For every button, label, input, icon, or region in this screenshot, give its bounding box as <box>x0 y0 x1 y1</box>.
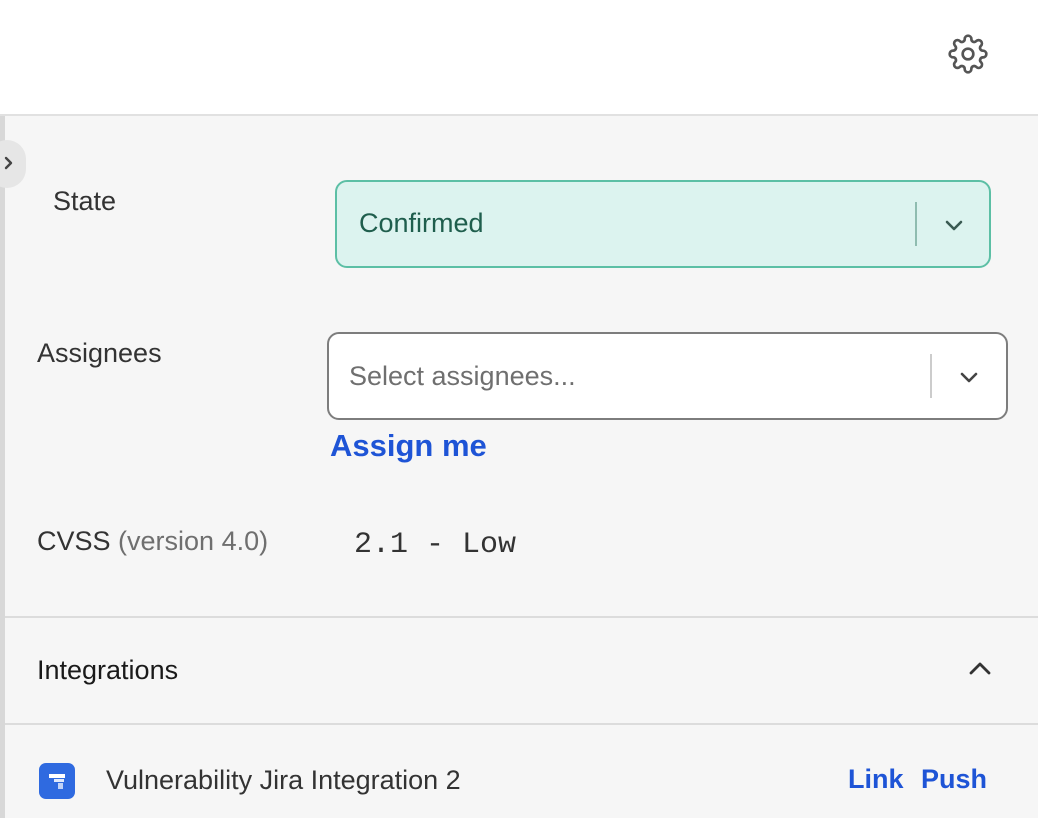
gear-icon[interactable] <box>948 34 988 74</box>
section-divider <box>5 616 1038 618</box>
assign-me-link[interactable]: Assign me <box>330 428 487 464</box>
chevron-right-icon <box>4 156 13 170</box>
cvss-version: (version 4.0) <box>118 526 269 556</box>
assignees-placeholder: Select assignees... <box>349 361 576 391</box>
cvss-label: CVSS <box>37 526 111 556</box>
cvss-label-group: CVSS (version 4.0) <box>37 526 268 557</box>
select-divider <box>915 202 917 246</box>
integration-push-button[interactable]: Push <box>921 764 987 795</box>
integrations-title: Integrations <box>37 655 179 685</box>
chevron-up-icon <box>969 662 991 675</box>
state-select[interactable]: Confirmed <box>335 180 991 268</box>
assignees-select[interactable]: Select assignees... <box>327 332 1008 420</box>
select-divider <box>930 354 932 398</box>
top-bar <box>0 0 1038 116</box>
jira-icon <box>39 763 75 799</box>
integration-link-button[interactable]: Link <box>848 764 904 795</box>
collapse-integrations-button[interactable] <box>966 656 994 680</box>
assignees-label: Assignees <box>37 338 162 368</box>
integration-name: Vulnerability Jira Integration 2 <box>106 765 461 795</box>
section-divider <box>5 723 1038 725</box>
state-label: State <box>53 186 117 216</box>
chevron-down-icon[interactable] <box>941 212 967 238</box>
state-value: Confirmed <box>359 208 484 238</box>
cvss-score: 2.1 - Low <box>354 528 517 562</box>
chevron-down-icon[interactable] <box>956 364 982 390</box>
